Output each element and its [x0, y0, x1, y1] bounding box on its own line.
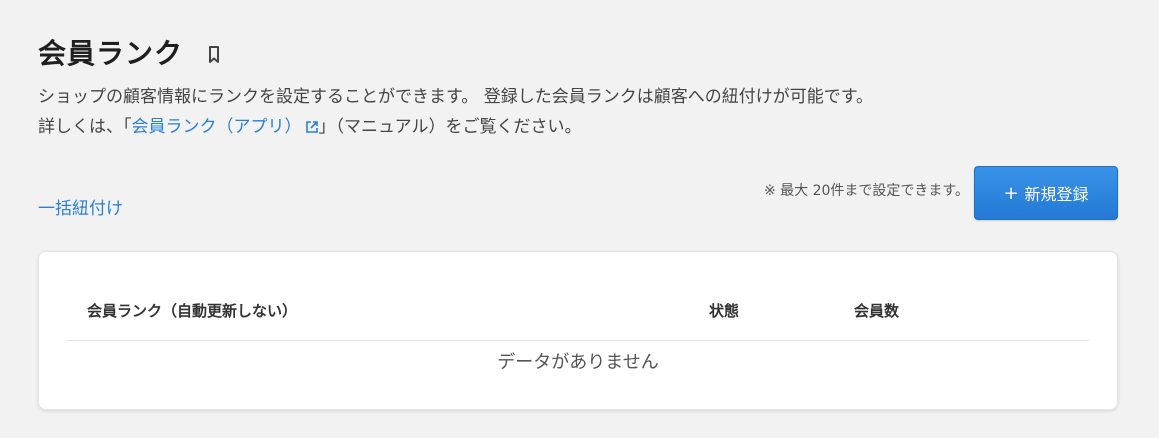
empty-message: データがありません: [497, 352, 659, 373]
rank-table-card: 会員ランク（自動更新しない） 状態 会員数 データがありません: [38, 251, 1118, 410]
description-line-1: ショップの顧客情報にランクを設定することができます。 登録した会員ランクは顧客へ…: [38, 87, 874, 107]
title-row: 会員ランク: [38, 34, 221, 70]
description-suffix: 」（マニュアル）をご覧ください。: [318, 117, 582, 137]
page-description: ショップの顧客情報にランクを設定することができます。 登録した会員ランクは顧客へ…: [38, 82, 873, 142]
column-header-rank[interactable]: 会員ランク（自動更新しない）: [87, 300, 297, 321]
external-link-icon: [305, 114, 319, 133]
plus-icon: +: [1003, 182, 1019, 204]
manual-link-label: 会員ランク（アプリ）: [131, 117, 302, 137]
bookmark-icon[interactable]: [207, 45, 221, 65]
table-header: 会員ランク（自動更新しない） 状態 会員数: [67, 252, 1089, 341]
page: 会員ランク ショップの顧客情報にランクを設定することができます。 登録した会員ラ…: [0, 0, 1159, 438]
new-register-label: 新規登録: [1024, 185, 1089, 204]
page-title: 会員ランク: [38, 37, 184, 70]
limit-note: ※ 最大 20件まで設定できます。: [763, 183, 969, 199]
description-prefix: 詳しくは、「: [38, 117, 132, 137]
description-line-2: 詳しくは、「会員ランク（アプリ） 」（マニュアル）をご覧ください。: [38, 112, 873, 142]
column-header-status[interactable]: 状態: [709, 300, 739, 321]
column-header-count[interactable]: 会員数: [854, 300, 899, 321]
bulk-link-button[interactable]: 一括紐付け: [38, 194, 123, 219]
new-register-button[interactable]: + 新規登録: [974, 166, 1118, 220]
manual-link[interactable]: 会員ランク（アプリ）: [132, 117, 319, 137]
